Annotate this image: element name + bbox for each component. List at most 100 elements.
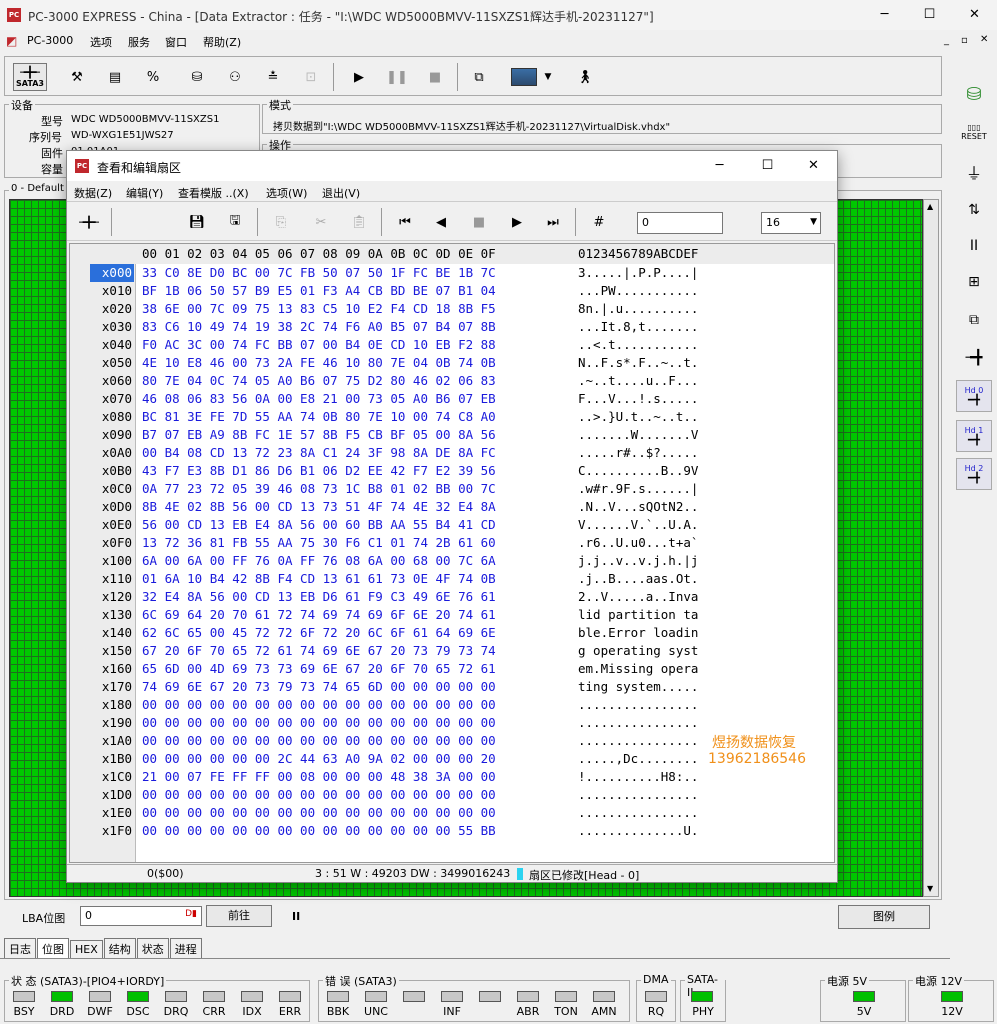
row-bytes[interactable]: 00 00 00 00 00 00 2C 44 63 A0 9A 02 00 0… xyxy=(142,750,496,768)
pause-button[interactable]: II xyxy=(956,230,992,262)
row-ascii[interactable]: .......W.......V xyxy=(578,426,698,444)
row-bytes[interactable]: 00 00 00 00 00 00 00 00 00 00 00 00 00 0… xyxy=(142,696,496,714)
chevron-down-icon[interactable]: ▼ xyxy=(541,63,555,91)
row-ascii[interactable]: ble.Error loadin xyxy=(578,624,698,642)
row-ascii[interactable]: .w#r.9F.s......| xyxy=(578,480,698,498)
hex-row[interactable]: x000 33 C0 8E D0 BC 00 7C FB 50 07 50 1F … xyxy=(70,264,834,282)
row-ascii[interactable]: ................ xyxy=(578,786,698,804)
row-ascii[interactable]: F...V...!.s..... xyxy=(578,390,698,408)
row-ascii[interactable]: ..<.t........... xyxy=(578,336,698,354)
hex-row[interactable]: x0F0 13 72 36 81 FB 55 AA 75 30 F6 C1 01 … xyxy=(70,534,834,552)
row-bytes[interactable]: BC 81 3E FE 7D 55 AA 74 0B 80 7E 10 00 7… xyxy=(142,408,496,426)
hex-row[interactable]: x090 B7 07 EB A9 8B FC 1E 57 8B F5 CB BF … xyxy=(70,426,834,444)
screen-icon[interactable] xyxy=(507,63,541,91)
row-bytes[interactable]: 00 00 00 00 00 00 00 00 00 00 00 00 00 0… xyxy=(142,804,496,822)
prev-sector-icon[interactable]: ◀ xyxy=(427,208,455,236)
close-button[interactable]: ✕ xyxy=(952,0,997,30)
row-ascii[interactable]: ................ xyxy=(578,714,698,732)
row-ascii[interactable]: ..>.}U.t..~..t.. xyxy=(578,408,698,426)
hd0-button[interactable]: Hd 0 ━╋ xyxy=(956,380,992,412)
dialog-minimize-button[interactable]: ─ xyxy=(697,151,742,181)
row-ascii[interactable]: j.j..v..v.j.h.|j xyxy=(578,552,698,570)
scale-icon[interactable]: ≛ xyxy=(259,63,287,91)
dialog-maximize-button[interactable]: ☐ xyxy=(745,151,790,181)
hex-row[interactable]: x1D0 00 00 00 00 00 00 00 00 00 00 00 00 … xyxy=(70,786,834,804)
row-bytes[interactable]: 00 00 00 00 00 00 00 00 00 00 00 00 00 0… xyxy=(142,822,496,840)
row-bytes[interactable]: B7 07 EB A9 8B FC 1E 57 8B F5 CB BF 05 0… xyxy=(142,426,496,444)
row-ascii[interactable]: 3.....|.P.P....| xyxy=(578,264,698,282)
row-ascii[interactable]: lid partition ta xyxy=(578,606,698,624)
lba-input[interactable]: 0 D▮ xyxy=(80,906,202,926)
mdi-restore-icon[interactable]: ▫ xyxy=(961,35,968,46)
menu-pc3000[interactable]: PC-3000 xyxy=(22,31,78,50)
row-ascii[interactable]: N..F.s*.F..~..t. xyxy=(578,354,698,372)
copy-remove-icon[interactable]: ⧉ xyxy=(956,304,992,336)
save-as-icon[interactable]: 🖫︎ xyxy=(221,208,249,236)
row-bytes[interactable]: 74 69 6E 67 20 73 79 73 74 65 6D 00 00 0… xyxy=(142,678,496,696)
row-bytes[interactable]: 62 6C 65 00 45 72 72 6F 72 20 6C 6F 61 6… xyxy=(142,624,496,642)
database-icon[interactable]: ⛁ xyxy=(956,78,992,110)
map-scrollbar[interactable]: ▲ ▼ xyxy=(923,199,939,897)
row-ascii[interactable]: .N..V...sQOtN2.. xyxy=(578,498,698,516)
hex-row[interactable]: x190 00 00 00 00 00 00 00 00 00 00 00 00 … xyxy=(70,714,834,732)
hex-row[interactable]: x050 4E 10 E8 46 00 73 2A FE 46 10 80 7E … xyxy=(70,354,834,372)
binoculars-icon[interactable]: ⚇ xyxy=(221,63,249,91)
chip-icon[interactable]: ▤ xyxy=(101,63,129,91)
hex-row[interactable]: x080 BC 81 3E FE 7D 55 AA 74 0B 80 7E 10 … xyxy=(70,408,834,426)
hex-row[interactable]: x150 67 20 6F 70 65 72 61 74 69 6E 67 20 … xyxy=(70,642,834,660)
transfer-icon[interactable]: ⇅ xyxy=(956,194,992,226)
minimize-button[interactable]: ─ xyxy=(862,0,907,30)
row-bytes[interactable]: 13 72 36 81 FB 55 AA 75 30 F6 C1 01 74 2… xyxy=(142,534,496,552)
tab-bitmap[interactable]: 位图 xyxy=(37,938,69,959)
power-plug-icon[interactable]: ⏚ xyxy=(956,156,992,188)
play-icon[interactable]: ▶ xyxy=(345,63,373,91)
row-ascii[interactable]: 8n.|.u.......... xyxy=(578,300,698,318)
sata3-port-button[interactable]: ╼╋╾ SATA3 xyxy=(13,63,47,91)
windows-icon[interactable]: ⧉ xyxy=(465,63,493,91)
row-bytes[interactable]: 0A 77 23 72 05 39 46 08 73 1C B8 01 02 B… xyxy=(142,480,496,498)
row-ascii[interactable]: ..............U. xyxy=(578,822,698,840)
row-bytes[interactable]: 33 C0 8E D0 BC 00 7C FB 50 07 50 1F FC B… xyxy=(142,264,496,282)
row-bytes[interactable]: 00 00 00 00 00 00 00 00 00 00 00 00 00 0… xyxy=(142,732,496,750)
cut-icon[interactable]: ✂ xyxy=(307,208,335,236)
row-bytes[interactable]: 6A 00 6A 00 FF 76 0A FF 76 08 6A 00 68 0… xyxy=(142,552,496,570)
row-ascii[interactable]: ................ xyxy=(578,696,698,714)
last-sector-icon[interactable]: ⏭ xyxy=(539,208,567,236)
hex-row[interactable]: x1C0 21 00 07 FE FF FF 00 08 00 00 00 48 … xyxy=(70,768,834,786)
paste-icon[interactable]: 📋︎ xyxy=(345,208,373,236)
hex-row[interactable]: x170 74 69 6E 67 20 73 79 73 74 65 6D 00 … xyxy=(70,678,834,696)
hex-row[interactable]: x130 6C 69 64 20 70 61 72 74 69 74 69 6F … xyxy=(70,606,834,624)
mdi-close-icon[interactable]: ✕ xyxy=(980,34,988,45)
go-button[interactable]: 前往 xyxy=(206,905,272,927)
dialog-connector-icon[interactable]: ╼╋╾ xyxy=(73,208,105,236)
hex-row[interactable]: x120 32 E4 8A 56 00 CD 13 EB D6 61 F9 C3 … xyxy=(70,588,834,606)
chip-connect-icon[interactable]: ⊞ xyxy=(956,266,992,298)
next-sector-icon[interactable]: ▶ xyxy=(503,208,531,236)
tab-process[interactable]: 进程 xyxy=(169,938,202,959)
columns-select[interactable]: 16 ▼ xyxy=(761,212,821,234)
row-bytes[interactable]: 8B 4E 02 8B 56 00 CD 13 73 51 4F 74 4E 3… xyxy=(142,498,496,516)
row-bytes[interactable]: 4E 10 E8 46 00 73 2A FE 46 10 80 7E 04 0… xyxy=(142,354,496,372)
row-bytes[interactable]: 00 00 00 00 00 00 00 00 00 00 00 00 00 0… xyxy=(142,714,496,732)
tab-status[interactable]: 状态 xyxy=(136,938,169,959)
scroll-up-icon[interactable]: ▲ xyxy=(927,202,933,211)
exit-icon[interactable]: 🚶︎ xyxy=(571,63,599,91)
hex-row[interactable]: x010 BF 1B 06 50 57 B9 E5 01 F3 A4 CB BD … xyxy=(70,282,834,300)
connector-icon[interactable]: ╼╋ xyxy=(956,342,992,374)
hex-row[interactable]: x070 46 08 06 83 56 0A 00 E8 21 00 73 05 … xyxy=(70,390,834,408)
hex-row[interactable]: x0D0 8B 4E 02 8B 56 00 CD 13 73 51 4F 74 … xyxy=(70,498,834,516)
hex-row[interactable]: x0A0 00 B4 08 CD 13 72 23 8A C1 24 3F 98 … xyxy=(70,444,834,462)
row-bytes[interactable]: 65 6D 00 4D 69 73 73 69 6E 67 20 6F 70 6… xyxy=(142,660,496,678)
hex-row[interactable]: x030 83 C6 10 49 74 19 38 2C 74 F6 A0 B5 … xyxy=(70,318,834,336)
row-bytes[interactable]: BF 1B 06 50 57 B9 E5 01 F3 A4 CB BD BE 0… xyxy=(142,282,496,300)
row-ascii[interactable]: ...PW........... xyxy=(578,282,698,300)
row-ascii[interactable]: ting system..... xyxy=(578,678,698,696)
sector-offset-input[interactable]: 0 xyxy=(637,212,723,234)
disk-icon[interactable]: ⛁ xyxy=(183,63,211,91)
row-ascii[interactable]: .....r#..$?..... xyxy=(578,444,698,462)
row-ascii[interactable]: 2..V.....a..Inva xyxy=(578,588,698,606)
hex-row[interactable]: x060 80 7E 04 0C 74 05 A0 B6 07 75 D2 80 … xyxy=(70,372,834,390)
row-bytes[interactable]: 67 20 6F 70 65 72 61 74 69 6E 67 20 73 7… xyxy=(142,642,496,660)
row-ascii[interactable]: .r6..U.u0...t+a` xyxy=(578,534,698,552)
dialog-close-button[interactable]: ✕ xyxy=(791,151,836,181)
